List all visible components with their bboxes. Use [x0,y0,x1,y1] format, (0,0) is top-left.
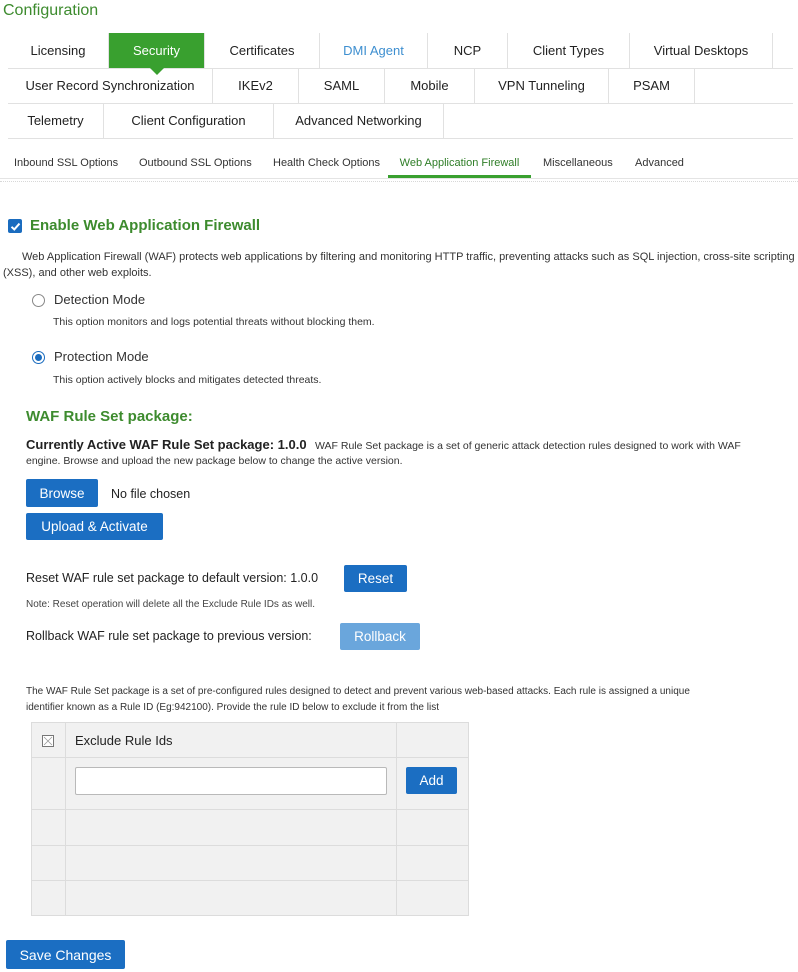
subtab-advanced[interactable]: Advanced [635,140,684,178]
row-divider [32,845,468,846]
tab-advanced-networking[interactable]: Advanced Networking [274,103,444,138]
primary-tabs-row-3: Telemetry Client Configuration Advanced … [8,103,793,139]
file-chosen-status: No file chosen [111,487,191,501]
tab-ncp[interactable]: NCP [428,33,508,68]
tab-vpn-tunneling[interactable]: VPN Tunneling [475,68,609,103]
enable-waf-label: Enable Web Application Firewall [30,217,261,234]
column-divider [396,723,397,915]
primary-tabs-row-1: Licensing Security Certificates DMI Agen… [8,33,793,75]
active-ruleset-description: WAF Rule Set package is a set of generic… [315,440,741,452]
tab-ikev2[interactable]: IKEv2 [213,68,299,103]
protection-mode-radio[interactable] [32,351,45,364]
tab-dmi-agent[interactable]: DMI Agent [320,33,428,68]
subtab-inbound-ssl-options[interactable]: Inbound SSL Options [14,140,118,178]
exclude-description-line-1: The WAF Rule Set package is a set of pre… [26,686,690,697]
tab-psam[interactable]: PSAM [609,68,695,103]
reset-note: Note: Reset operation will delete all th… [26,599,316,610]
upload-activate-button[interactable]: Upload & Activate [26,513,163,540]
reset-text: Reset WAF rule set package to default ve… [26,571,319,585]
detection-mode-label[interactable]: Detection Mode [54,292,145,307]
subtab-health-check-options[interactable]: Health Check Options [273,140,380,178]
tab-saml[interactable]: SAML [299,68,385,103]
subtab-outbound-ssl-options[interactable]: Outbound SSL Options [139,140,252,178]
tab-certificates[interactable]: Certificates [205,33,320,68]
row-divider [32,757,468,758]
waf-description-line-1: Web Application Firewall (WAF) protects … [22,251,795,263]
tab-telemetry[interactable]: Telemetry [8,103,104,138]
save-changes-button[interactable]: Save Changes [6,940,125,969]
add-rule-button[interactable]: Add [406,767,457,794]
detection-mode-radio[interactable] [32,294,45,307]
exclude-rule-ids-header: Exclude Rule Ids [75,733,173,748]
primary-tabs-row-2: User Record Synchronization IKEv2 SAML M… [8,68,793,104]
row-divider [32,809,468,810]
column-divider [65,723,66,915]
tab-security[interactable]: Security [109,33,205,75]
rule-id-input[interactable] [75,767,387,795]
page-title: Configuration [3,2,99,19]
subtab-web-application-firewall[interactable]: Web Application Firewall [388,140,531,178]
protection-mode-description: This option actively blocks and mitigate… [53,374,322,386]
tab-client-types[interactable]: Client Types [508,33,630,68]
enable-waf-checkbox[interactable] [8,219,22,233]
rollback-text: Rollback WAF rule set package to previou… [26,629,312,643]
reset-button[interactable]: Reset [344,565,407,592]
sub-tabs: Inbound SSL Options Outbound SSL Options… [0,140,798,179]
rollback-button[interactable]: Rollback [340,623,420,650]
tab-virtual-desktops[interactable]: Virtual Desktops [630,33,773,68]
tab-licensing[interactable]: Licensing [8,33,109,68]
tab-client-configuration[interactable]: Client Configuration [104,103,274,138]
subtab-miscellaneous[interactable]: Miscellaneous [543,140,613,178]
waf-description-line-2: (XSS), and other web exploits. [3,267,152,279]
active-ruleset-line: Currently Active WAF Rule Set package: 1… [26,436,796,454]
tab-mobile[interactable]: Mobile [385,68,475,103]
ruleset-heading: WAF Rule Set package: [26,408,193,425]
browse-button[interactable]: Browse [26,479,98,507]
exclude-description-line-2: identifier known as a Rule ID (Eg:942100… [26,702,439,713]
active-ruleset-label: Currently Active WAF Rule Set package: 1… [26,437,307,452]
divider [0,181,798,182]
row-divider [32,880,468,881]
protection-mode-label[interactable]: Protection Mode [54,349,149,364]
check-icon [10,222,20,231]
select-all-icon[interactable] [42,734,54,752]
detection-mode-description: This option monitors and logs potential … [53,316,375,328]
tab-user-record-synchronization[interactable]: User Record Synchronization [8,68,213,103]
active-ruleset-description-2: engine. Browse and upload the new packag… [26,455,403,467]
exclude-rules-table: Exclude Rule Ids Add [31,722,469,916]
